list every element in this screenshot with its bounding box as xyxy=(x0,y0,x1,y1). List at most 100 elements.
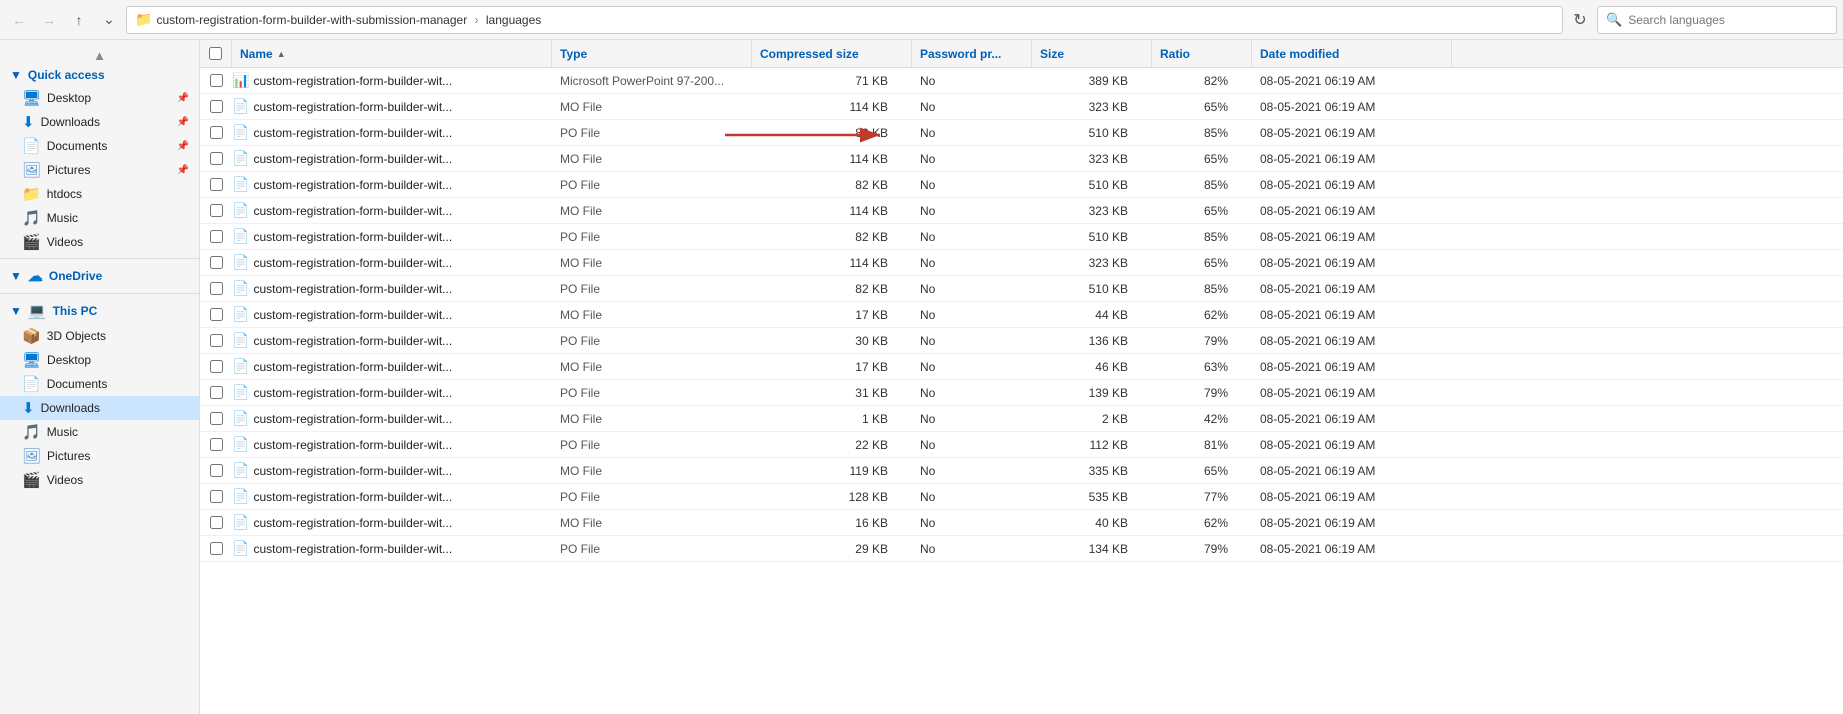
row-checkbox-cell[interactable] xyxy=(200,100,232,113)
sidebar-item-htdocs[interactable]: 📁 htdocs xyxy=(0,182,199,206)
sidebar-item-downloads2[interactable]: ⬇ Downloads xyxy=(0,396,199,420)
table-row[interactable]: 📄custom-registration-form-builder-wit...… xyxy=(200,172,1843,198)
row-checkbox-cell[interactable] xyxy=(200,282,232,295)
col-header-type[interactable]: Type xyxy=(552,40,752,67)
sidebar-item-videos[interactable]: 🎬 Videos xyxy=(0,230,199,254)
sidebar-scroll-up[interactable]: ▲ xyxy=(0,46,199,64)
table-row[interactable]: 📄custom-registration-form-builder-wit...… xyxy=(200,224,1843,250)
address-bar[interactable]: 📁 custom-registration-form-builder-with-… xyxy=(126,6,1563,34)
table-row[interactable]: 📄custom-registration-form-builder-wit...… xyxy=(200,120,1843,146)
table-row[interactable]: 📄custom-registration-form-builder-wit...… xyxy=(200,328,1843,354)
row-checkbox-cell[interactable] xyxy=(200,178,232,191)
row-checkbox-cell[interactable] xyxy=(200,230,232,243)
table-row[interactable]: 📊custom-registration-form-builder-wit...… xyxy=(200,68,1843,94)
row-checkbox-cell[interactable] xyxy=(200,438,232,451)
row-checkbox[interactable] xyxy=(210,178,223,191)
table-row[interactable]: 📄custom-registration-form-builder-wit...… xyxy=(200,276,1843,302)
up-button[interactable]: ↑ xyxy=(66,7,92,33)
col-header-name[interactable]: Name ▲ xyxy=(232,40,552,67)
table-row[interactable]: 📄custom-registration-form-builder-wit...… xyxy=(200,484,1843,510)
row-checkbox[interactable] xyxy=(210,464,223,477)
search-input[interactable] xyxy=(1628,13,1828,27)
pictures-icon: 🖼 xyxy=(22,161,41,179)
col-header-password[interactable]: Password pr... xyxy=(912,40,1032,67)
row-checkbox-cell[interactable] xyxy=(200,412,232,425)
row-name: 📄custom-registration-form-builder-wit... xyxy=(232,540,552,557)
row-checkbox-cell[interactable] xyxy=(200,74,232,87)
sidebar-item-desktop[interactable]: 🖥 Desktop 📌 xyxy=(0,86,199,110)
select-all-checkbox[interactable] xyxy=(209,47,222,60)
sidebar-item-music[interactable]: 🎵 Music xyxy=(0,206,199,230)
row-checkbox[interactable] xyxy=(210,282,223,295)
row-checkbox[interactable] xyxy=(210,334,223,347)
sidebar-section-onedrive[interactable]: ▼ ☁ OneDrive xyxy=(0,263,199,289)
sidebar-item-videos2[interactable]: 🎬 Videos xyxy=(0,468,199,492)
row-checkbox[interactable] xyxy=(210,438,223,451)
row-checkbox-cell[interactable] xyxy=(200,490,232,503)
row-checkbox-cell[interactable] xyxy=(200,360,232,373)
table-row[interactable]: 📄custom-registration-form-builder-wit...… xyxy=(200,354,1843,380)
col-header-ratio[interactable]: Ratio xyxy=(1152,40,1252,67)
row-checkbox-cell[interactable] xyxy=(200,542,232,555)
col-header-date[interactable]: Date modified xyxy=(1252,40,1452,67)
row-checkbox[interactable] xyxy=(210,386,223,399)
back-button[interactable]: ← xyxy=(6,7,32,33)
table-row[interactable]: 📄custom-registration-form-builder-wit...… xyxy=(200,250,1843,276)
row-date: 08-05-2021 06:19 AM xyxy=(1252,204,1452,218)
sidebar-section-quick-access[interactable]: ▼ Quick access xyxy=(0,64,199,86)
recent-button[interactable]: ⌄ xyxy=(96,7,122,33)
table-row[interactable]: 📄custom-registration-form-builder-wit...… xyxy=(200,302,1843,328)
row-password: No xyxy=(912,256,1032,270)
sidebar-item-pictures[interactable]: 🖼 Pictures 📌 xyxy=(0,158,199,182)
sidebar-item-downloads[interactable]: ⬇ Downloads 📌 xyxy=(0,110,199,134)
row-checkbox-cell[interactable] xyxy=(200,126,232,139)
table-row[interactable]: 📄custom-registration-form-builder-wit...… xyxy=(200,510,1843,536)
table-row[interactable]: 📄custom-registration-form-builder-wit...… xyxy=(200,432,1843,458)
row-checkbox-cell[interactable] xyxy=(200,256,232,269)
row-checkbox[interactable] xyxy=(210,308,223,321)
row-checkbox[interactable] xyxy=(210,256,223,269)
row-checkbox-cell[interactable] xyxy=(200,464,232,477)
row-checkbox[interactable] xyxy=(210,100,223,113)
table-row[interactable]: 📄custom-registration-form-builder-wit...… xyxy=(200,380,1843,406)
row-checkbox[interactable] xyxy=(210,542,223,555)
row-date: 08-05-2021 06:19 AM xyxy=(1252,74,1452,88)
row-size: 46 KB xyxy=(1032,360,1152,374)
sidebar-section-thispc[interactable]: ▼ 💻 This PC xyxy=(0,298,199,324)
refresh-button[interactable]: ↻ xyxy=(1567,7,1593,33)
sidebar-item-music2[interactable]: 🎵 Music xyxy=(0,420,199,444)
row-checkbox[interactable] xyxy=(210,204,223,217)
check-all[interactable] xyxy=(200,40,232,67)
row-checkbox[interactable] xyxy=(210,230,223,243)
row-checkbox-cell[interactable] xyxy=(200,204,232,217)
row-checkbox-cell[interactable] xyxy=(200,308,232,321)
ppt-icon: 📊 xyxy=(232,72,249,89)
row-checkbox-cell[interactable] xyxy=(200,334,232,347)
table-row[interactable]: 📄custom-registration-form-builder-wit...… xyxy=(200,458,1843,484)
table-row[interactable]: 📄custom-registration-form-builder-wit...… xyxy=(200,406,1843,432)
table-row[interactable]: 📄custom-registration-form-builder-wit...… xyxy=(200,536,1843,562)
row-checkbox[interactable] xyxy=(210,74,223,87)
row-checkbox-cell[interactable] xyxy=(200,516,232,529)
main-area: ▲ ▼ Quick access 🖥 Desktop 📌 ⬇ Downloads… xyxy=(0,40,1843,714)
row-checkbox[interactable] xyxy=(210,360,223,373)
forward-button[interactable]: → xyxy=(36,7,62,33)
col-header-size[interactable]: Size xyxy=(1032,40,1152,67)
sidebar-item-pictures2[interactable]: 🖼 Pictures xyxy=(0,444,199,468)
row-checkbox-cell[interactable] xyxy=(200,386,232,399)
sidebar-item-3dobjects[interactable]: 📦 3D Objects xyxy=(0,324,199,348)
col-header-compressed[interactable]: Compressed size xyxy=(752,40,912,67)
search-bar[interactable]: 🔍 xyxy=(1597,6,1837,34)
table-row[interactable]: 📄custom-registration-form-builder-wit...… xyxy=(200,94,1843,120)
table-row[interactable]: 📄custom-registration-form-builder-wit...… xyxy=(200,146,1843,172)
row-checkbox[interactable] xyxy=(210,126,223,139)
row-checkbox[interactable] xyxy=(210,516,223,529)
row-checkbox-cell[interactable] xyxy=(200,152,232,165)
row-checkbox[interactable] xyxy=(210,152,223,165)
sidebar-item-documents2[interactable]: 📄 Documents xyxy=(0,372,199,396)
row-checkbox[interactable] xyxy=(210,490,223,503)
row-checkbox[interactable] xyxy=(210,412,223,425)
table-row[interactable]: 📄custom-registration-form-builder-wit...… xyxy=(200,198,1843,224)
sidebar-item-desktop2[interactable]: 🖥 Desktop xyxy=(0,348,199,372)
sidebar-item-documents[interactable]: 📄 Documents 📌 xyxy=(0,134,199,158)
